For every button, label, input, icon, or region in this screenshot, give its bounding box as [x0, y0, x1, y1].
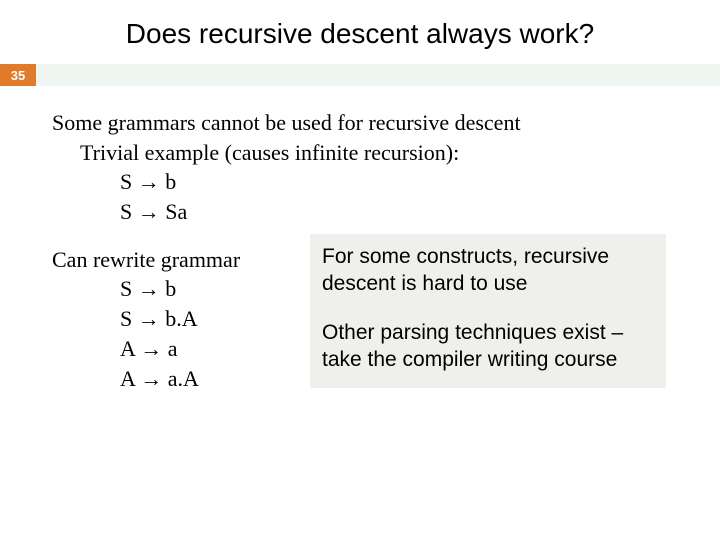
- accent-bar: 35: [0, 64, 720, 86]
- rule-lhs: A: [120, 336, 135, 361]
- body-line-2: Trivial example (causes infinite recursi…: [52, 138, 720, 168]
- rule-lhs: S: [120, 169, 132, 194]
- arrow-icon: →: [140, 366, 162, 391]
- rule-rhs: b: [165, 169, 176, 194]
- slide-number: 35: [0, 64, 36, 86]
- arrow-icon: →: [140, 336, 162, 361]
- slide: Does recursive descent always work? 35 S…: [0, 0, 720, 540]
- arrow-icon: →: [138, 306, 160, 331]
- callout-paragraph-1: For some constructs, recursive descent i…: [322, 244, 654, 298]
- slide-title: Does recursive descent always work?: [0, 0, 720, 64]
- rule-rhs: b: [165, 276, 176, 301]
- rule-rhs: b.A: [165, 306, 197, 331]
- callout-paragraph-2: Other parsing techniques exist – take th…: [322, 320, 654, 374]
- grammar-rule-2: S → Sa: [52, 197, 720, 227]
- body-line-1: Some grammars cannot be used for recursi…: [52, 108, 720, 138]
- rule-rhs: a.A: [168, 366, 199, 391]
- rule-rhs: a: [168, 336, 178, 361]
- rule-rhs: Sa: [165, 199, 187, 224]
- arrow-icon: →: [138, 276, 160, 301]
- rule-lhs: S: [120, 306, 132, 331]
- rule-lhs: A: [120, 366, 135, 391]
- arrow-icon: →: [138, 169, 160, 194]
- arrow-icon: →: [138, 199, 160, 224]
- callout-box: For some constructs, recursive descent i…: [310, 234, 666, 388]
- slide-body: Some grammars cannot be used for recursi…: [0, 86, 720, 393]
- grammar-rule-1: S → b: [52, 167, 720, 197]
- rule-lhs: S: [120, 276, 132, 301]
- rule-lhs: S: [120, 199, 132, 224]
